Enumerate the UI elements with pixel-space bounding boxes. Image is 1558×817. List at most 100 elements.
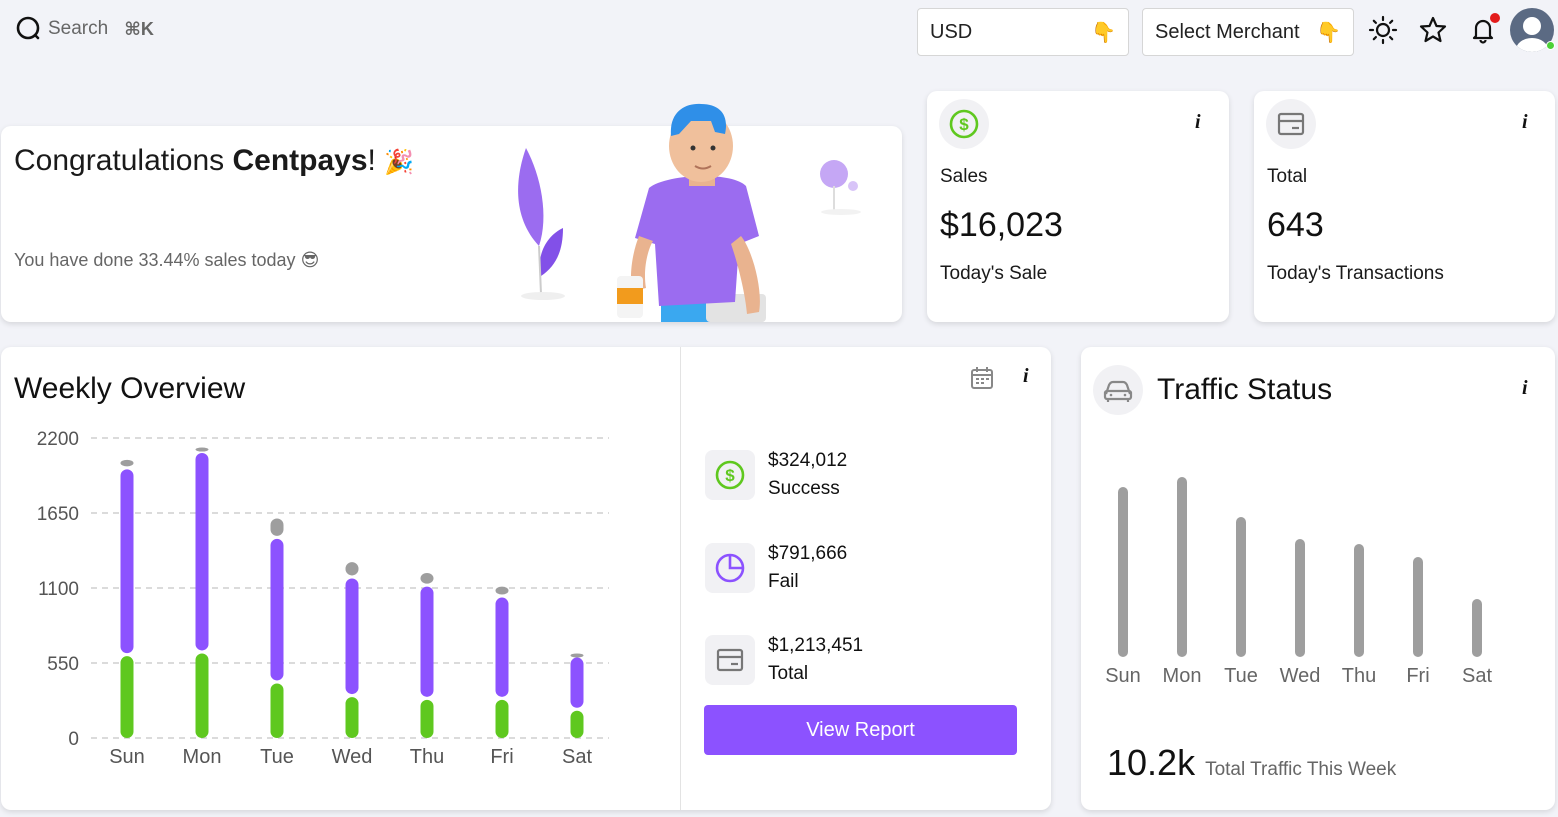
bar-segment (495, 597, 509, 697)
total-label: Total (768, 663, 809, 684)
success-amount: $324,012 (768, 450, 848, 471)
star-icon (1419, 16, 1447, 43)
congrats-title-prefix: Congratulations (14, 144, 233, 177)
sales-label: Sales (940, 166, 988, 187)
x-tick-label: Fri (490, 746, 513, 768)
bar-segment (195, 653, 209, 738)
traffic-x-label: Sun (1105, 665, 1141, 687)
pie-chart-icon (715, 553, 745, 583)
x-tick-label: Sun (109, 746, 145, 768)
bar-segment (195, 447, 209, 452)
traffic-bar (1413, 557, 1423, 657)
card-icon (1277, 112, 1305, 136)
congrats-title: Congratulations Centpays! 🎉 (14, 144, 414, 178)
search-bar[interactable]: Search ⌘K (16, 16, 154, 42)
success-icon-wrapper: $ (705, 450, 755, 500)
x-tick-label: Sat (562, 746, 592, 768)
shortcut-hint: ⌘K (124, 18, 154, 39)
traffic-total-caption: Total Traffic This Week (1205, 759, 1397, 780)
legend-item-total: $1,213,451 Total (705, 632, 863, 688)
bar-segment (345, 578, 359, 695)
y-tick-label: 2200 (37, 429, 79, 450)
congrats-subtitle-text: You have done 33.44% sales today (14, 250, 296, 270)
bar-segment (570, 653, 584, 658)
dollar-circle-icon: $ (949, 109, 979, 139)
bar-segment (570, 710, 584, 738)
y-tick-label: 1650 (37, 504, 79, 525)
info-icon[interactable]: i (1522, 111, 1528, 134)
pointing-hand-icon: 👇 (1316, 21, 1341, 44)
traffic-x-label: Sat (1462, 665, 1492, 687)
sales-icon-wrapper: $ (939, 99, 989, 149)
x-tick-label: Wed (332, 746, 373, 768)
legend-item-success: $ $324,012 Success (705, 447, 847, 503)
traffic-chart: Sun Mon Tue Wed Thu Fri Sat (1105, 477, 1492, 687)
sales-sub: Today's Sale (940, 263, 1048, 284)
weekly-overview-chart: 2200 1650 1100 550 0 Sun Mon Tue Wed Thu Fri Sat (37, 429, 609, 768)
traffic-bar (1236, 517, 1246, 657)
party-popper-icon: 🎉 (384, 149, 415, 176)
traffic-bar (1354, 544, 1364, 657)
bar-segment (120, 459, 134, 467)
currency-value: USD (930, 20, 973, 43)
favorites-button[interactable] (1417, 14, 1449, 46)
x-tick-label: Mon (183, 746, 222, 768)
traffic-bar (1177, 477, 1187, 657)
bar-segment (345, 697, 359, 738)
bar-segment (270, 538, 284, 681)
congrats-title-suffix: ! (367, 144, 376, 177)
sales-value: $16,023 (940, 206, 1063, 244)
bar-segment (420, 573, 434, 584)
cool-face-icon: 😎 (300, 250, 320, 270)
character-illustration (518, 103, 861, 322)
bar-segment (270, 683, 284, 738)
search-label: Search (48, 18, 109, 39)
fail-amount: $791,666 (768, 543, 848, 564)
bar-segment (570, 657, 584, 708)
card-icon (716, 648, 744, 672)
traffic-x-label: Thu (1342, 665, 1376, 687)
bar-segment (420, 586, 434, 697)
bar-segment (120, 656, 134, 738)
weekly-summary-panel: $ $324,012 Success $791,666 Fail $1,213,… (680, 347, 1051, 810)
merchant-placeholder: Select Merchant (1155, 20, 1300, 43)
traffic-bar (1472, 599, 1482, 657)
transactions-icon-wrapper (1266, 99, 1316, 149)
bar-segment (420, 699, 434, 738)
plant-illustration (518, 148, 565, 300)
merchant-select[interactable]: Select Merchant 👇 (1142, 8, 1354, 56)
online-status-dot (1546, 41, 1555, 50)
congrats-card: Congratulations Centpays! 🎉 You have don… (1, 103, 902, 322)
notification-dot (1490, 13, 1500, 23)
svg-text:$: $ (725, 466, 735, 485)
fail-label: Fail (768, 571, 799, 592)
traffic-x-label: Tue (1224, 665, 1258, 687)
x-tick-label: Tue (260, 746, 294, 768)
bar-segment (345, 562, 359, 576)
merchant-name: Centpays (232, 144, 368, 177)
bar-segment (495, 586, 509, 595)
person-illustration (617, 103, 766, 322)
traffic-x-label: Wed (1280, 665, 1321, 687)
y-tick-label: 0 (68, 729, 79, 750)
pointing-hand-icon: 👇 (1091, 21, 1116, 44)
bar-segment (495, 699, 509, 738)
currency-select[interactable]: USD 👇 (917, 8, 1129, 56)
small-plant-illustration (820, 160, 861, 215)
bar-segment (120, 469, 134, 654)
traffic-bar (1118, 487, 1128, 657)
view-report-button[interactable]: View Report (704, 705, 1017, 755)
y-tick-label: 1100 (38, 579, 79, 600)
total-icon-wrapper (705, 635, 755, 685)
sales-card: $ i Sales $16,023 Today's Sale (927, 91, 1229, 322)
bar-segment (195, 453, 209, 651)
transactions-label: Total (1267, 166, 1308, 187)
traffic-status-card: Traffic Status i Sun Mon Tue Wed Thu Fri Sat 1… (1081, 347, 1555, 810)
success-label: Success (768, 478, 840, 499)
svg-text:$: $ (959, 115, 969, 134)
legend-item-fail: $791,666 Fail (705, 540, 847, 596)
theme-toggle-button[interactable] (1367, 14, 1399, 46)
traffic-x-label: Fri (1406, 665, 1429, 687)
total-amount: $1,213,451 (768, 635, 864, 656)
info-icon[interactable]: i (1195, 111, 1201, 134)
